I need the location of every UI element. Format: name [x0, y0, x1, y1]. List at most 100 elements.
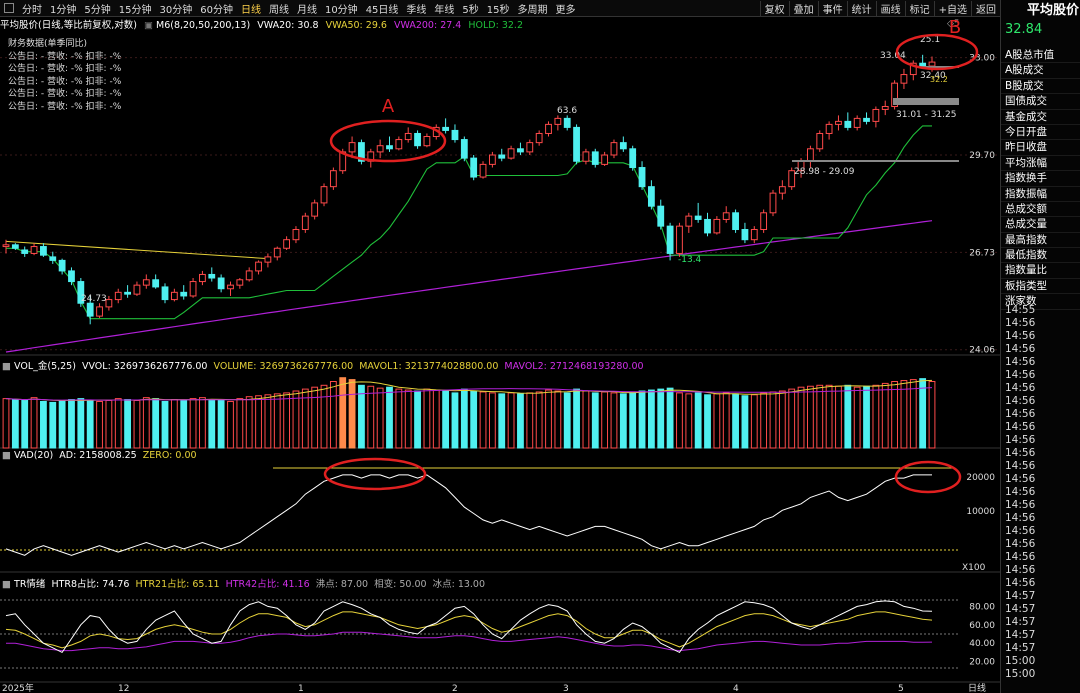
volume-bar — [470, 390, 478, 449]
candle-body — [853, 117, 861, 128]
quote-field: 基金成交 — [1001, 110, 1080, 125]
candle-body — [666, 225, 674, 254]
tick-time: 14:56 — [1005, 317, 1036, 329]
quote-field: 指数量比 — [1001, 263, 1080, 279]
candle-body — [68, 270, 75, 283]
candle-body — [264, 256, 272, 263]
volume-bar — [11, 399, 19, 449]
x-axis-label: 12 — [118, 684, 129, 693]
volume-bar — [535, 391, 543, 449]
volume-bar — [788, 388, 796, 449]
ma200-line — [5, 220, 933, 353]
volume-bar — [367, 385, 375, 449]
tick-time: 14:56 — [1005, 564, 1036, 576]
volume-bar — [358, 384, 365, 449]
volume-bar — [610, 392, 618, 449]
candle-body — [638, 167, 646, 188]
tick-time: 14:56 — [1005, 460, 1036, 472]
candle-body — [470, 157, 478, 178]
volume-bar — [311, 386, 319, 449]
price-label-small: 32.2 — [930, 75, 948, 84]
volume-bar — [161, 400, 169, 449]
volume-bar — [21, 400, 29, 449]
candle-body — [657, 205, 665, 227]
hold-line — [6, 125, 932, 320]
candle-body — [21, 249, 29, 254]
volume-bar — [825, 384, 833, 449]
candle-body — [760, 212, 768, 231]
candle-body — [348, 142, 356, 153]
candle-body — [694, 215, 702, 220]
quote-field: 昨日收盘 — [1001, 140, 1080, 156]
volume-bar — [329, 381, 337, 449]
quote-field: 平均涨幅 — [1001, 156, 1080, 172]
candle-body — [554, 117, 562, 125]
price-tick: 26.73 — [969, 248, 995, 258]
candle-body — [423, 136, 431, 147]
candle-body — [863, 117, 870, 122]
candle-body — [750, 229, 758, 241]
candle-body — [124, 291, 131, 295]
volume-bar — [704, 394, 711, 449]
candle-body — [451, 129, 459, 141]
tick-time: 14:56 — [1005, 382, 1036, 394]
volume-bar — [891, 381, 898, 449]
volume-bar — [339, 377, 347, 449]
range-label-1: 31.01 - 31.25 — [896, 110, 957, 120]
volume-bar — [722, 392, 730, 449]
tick-time: 14:56 — [1005, 512, 1036, 524]
volume-bar — [797, 386, 805, 449]
volume-bar — [208, 399, 216, 449]
candle-body — [582, 151, 590, 162]
volume-bar — [133, 400, 141, 449]
neutral-value: 相变: 50.00 — [374, 579, 427, 590]
quote-title: 平均股价 — [1027, 3, 1080, 18]
vad-line — [5, 474, 932, 556]
tick-time: 14:56 — [1005, 395, 1036, 407]
volume-bar — [517, 393, 524, 449]
quote-field: A股成交 — [1001, 63, 1080, 79]
volume-bar — [217, 400, 225, 449]
candle-body — [142, 279, 150, 286]
candle-body — [563, 117, 571, 128]
volume-bar — [255, 395, 262, 449]
tick-time: 14:56 — [1005, 577, 1036, 589]
tick-time: 14:56 — [1005, 408, 1036, 420]
candle-body — [217, 277, 225, 290]
volume-bar — [694, 392, 702, 449]
candle-body — [647, 186, 655, 207]
candle-body — [58, 259, 66, 272]
htr8-value: HTR8占比: 74.76 — [51, 579, 130, 590]
volume-bar — [199, 397, 206, 449]
volume-bar — [114, 398, 122, 449]
price-label-low2: -13.4 — [678, 255, 702, 265]
volume-bar — [676, 392, 683, 449]
volume-bar — [853, 386, 861, 449]
volume-bar — [563, 392, 571, 449]
candle-body — [928, 61, 936, 67]
candle-body — [189, 281, 197, 297]
tick-time: 14:56 — [1005, 551, 1036, 563]
x-axis-label: 4 — [733, 684, 739, 693]
candle-body — [236, 279, 244, 286]
volume-bar — [404, 389, 412, 449]
htr21-value: HTR21占比: 65.11 — [135, 579, 220, 590]
quote-field: 最低指数 — [1001, 248, 1080, 264]
tr-tick: 40.00 — [969, 639, 995, 649]
price-label-low: 24.73 — [81, 294, 107, 304]
tr-legend: ■ TR情绪 HTR8占比: 74.76 HTR21占比: 65.11 HTR4… — [2, 579, 486, 590]
x-axis-label: 2 — [452, 684, 458, 693]
candle-body — [844, 120, 852, 128]
volume-bar — [507, 392, 515, 449]
tick-time: 14:56 — [1005, 434, 1036, 446]
volume-bar — [348, 379, 356, 449]
candle-body — [722, 212, 730, 220]
candle-body — [386, 145, 393, 150]
quote-field-list: A股总市值 A股成交 B股成交 国债成交 基金成交 今日开盘 昨日收盘 平均涨幅 指数换手 指数振… — [1001, 48, 1080, 310]
tick-time: 14:57 — [1005, 629, 1036, 641]
quote-field: 板指类型 — [1001, 279, 1080, 295]
quote-price: 32.84 — [1005, 22, 1043, 37]
candle-body — [601, 154, 609, 165]
quote-field: 指数换手 — [1001, 171, 1080, 187]
volume-bar — [432, 389, 440, 449]
